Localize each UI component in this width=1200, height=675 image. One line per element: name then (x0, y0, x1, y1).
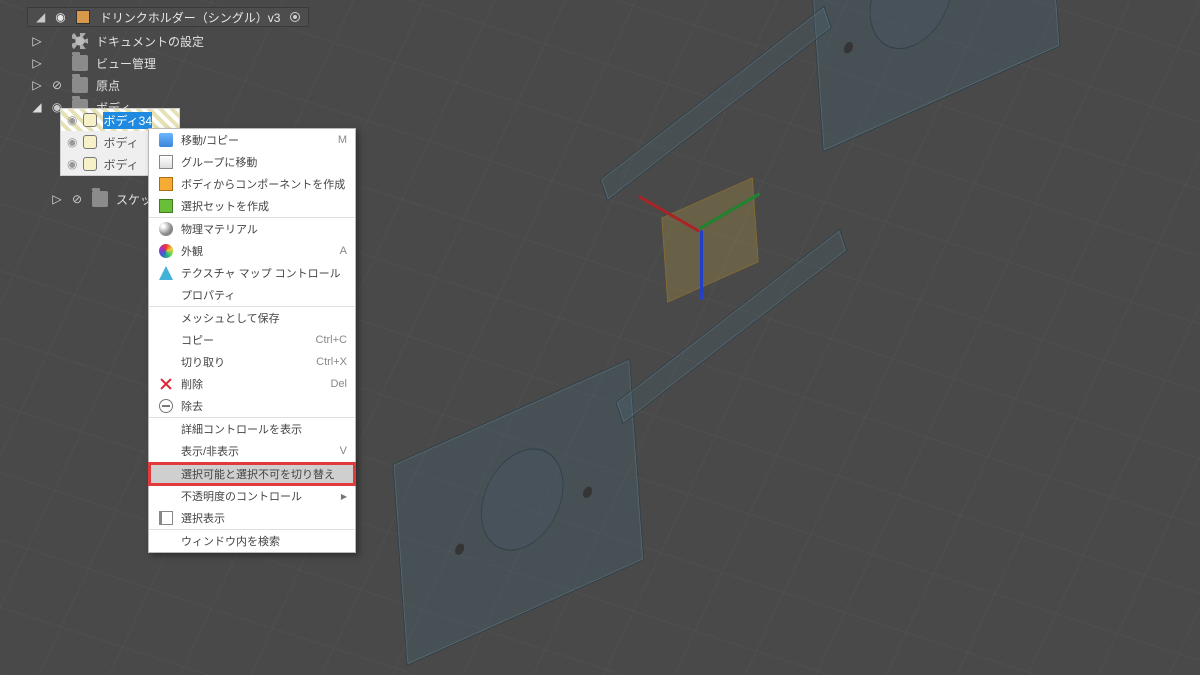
menu-shortcut: V (307, 445, 347, 457)
folder-icon (72, 55, 88, 71)
activate-radio-icon[interactable] (290, 12, 300, 22)
menu-toggle-selectable[interactable]: 選択可能と選択不可を切り替え (149, 463, 355, 485)
menu-label: 外観 (181, 243, 299, 259)
texture-icon (159, 266, 173, 280)
component-icon (159, 177, 173, 191)
menu-label: 選択表示 (181, 510, 347, 526)
body-icon (83, 113, 97, 127)
menu-properties[interactable]: プロパティ (149, 284, 355, 306)
chevron-right-icon[interactable]: ▷ (32, 78, 42, 92)
chevron-right-icon[interactable]: ▷ (32, 34, 42, 48)
blank-icon (159, 311, 173, 325)
menu-shortcut: Ctrl+C (307, 334, 347, 346)
menu-label: テクスチャ マップ コントロール (181, 265, 347, 281)
visibility-eye-icon[interactable]: ◉ (67, 113, 77, 127)
menu-isolate[interactable]: 選択表示 (149, 507, 355, 529)
chevron-right-icon[interactable]: ▷ (52, 192, 62, 206)
chevron-right-icon[interactable]: ▷ (32, 56, 42, 70)
menu-copy[interactable]: コピー Ctrl+C (149, 329, 355, 351)
menu-shortcut: Del (307, 378, 347, 390)
menu-cut[interactable]: 切り取り Ctrl+X (149, 351, 355, 373)
blank-icon (159, 467, 173, 481)
component-cube-icon (76, 10, 90, 24)
menu-label: 除去 (181, 398, 347, 414)
material-icon (159, 222, 173, 236)
tree-label: ビュー管理 (96, 55, 156, 72)
remove-icon (159, 399, 173, 413)
context-menu[interactable]: 移動/コピー M グループに移動 ボディからコンポーネントを作成 選択セットを作… (148, 128, 356, 553)
tree-item-view-mgmt[interactable]: ▷ ビュー管理 (30, 52, 206, 74)
blank-icon (159, 489, 173, 503)
menu-shortcut: A (307, 245, 347, 257)
menu-opacity-control[interactable]: 不透明度のコントロール (149, 485, 355, 507)
menu-label: 表示/非表示 (181, 443, 299, 459)
tree-label: 原点 (96, 77, 120, 94)
submenu-arrow-icon (341, 490, 347, 502)
menu-label: 不透明度のコントロール (181, 488, 335, 504)
folder-icon (92, 191, 108, 207)
document-title: ドリンクホルダー（シングル）v3 (100, 9, 281, 26)
menu-find-in-window[interactable]: ウィンドウ内を検索 (149, 530, 355, 552)
body-label: ボディ (103, 156, 138, 173)
menu-label: 選択セットを作成 (181, 198, 347, 214)
menu-save-as-mesh[interactable]: メッシュとして保存 (149, 307, 355, 329)
move-icon (159, 133, 173, 147)
menu-texture-map-control[interactable]: テクスチャ マップ コントロール (149, 262, 355, 284)
menu-label: プロパティ (181, 287, 347, 303)
menu-label: 物理マテリアル (181, 221, 347, 237)
menu-show-hide[interactable]: 表示/非表示 V (149, 440, 355, 462)
gear-icon (72, 33, 88, 49)
menu-label: 削除 (181, 376, 299, 392)
menu-physical-material[interactable]: 物理マテリアル (149, 218, 355, 240)
menu-move-to-group[interactable]: グループに移動 (149, 151, 355, 173)
menu-move-copy[interactable]: 移動/コピー M (149, 129, 355, 151)
body-label: ボディ34 (103, 112, 152, 129)
chevron-down-icon[interactable]: ◢ (32, 100, 42, 114)
menu-label: メッシュとして保存 (181, 310, 347, 326)
visibility-off-icon[interactable]: ⊘ (50, 78, 64, 92)
menu-shortcut: Ctrl+X (307, 356, 347, 368)
blank-icon (159, 355, 173, 369)
menu-label: 移動/コピー (181, 132, 299, 148)
menu-remove[interactable]: 除去 (149, 395, 355, 417)
menu-label: グループに移動 (181, 154, 347, 170)
menu-delete[interactable]: 削除 Del (149, 373, 355, 395)
visibility-eye-icon[interactable]: ◉ (67, 157, 77, 171)
menu-label: コピー (181, 332, 299, 348)
menu-label: 選択可能と選択不可を切り替え (181, 466, 347, 482)
menu-body-to-component[interactable]: ボディからコンポーネントを作成 (149, 173, 355, 195)
folder-icon (72, 77, 88, 93)
menu-label: ボディからコンポーネントを作成 (181, 176, 347, 192)
menu-appearance[interactable]: 外観 A (149, 240, 355, 262)
visibility-off-icon[interactable]: ⊘ (70, 192, 84, 206)
disclosure-triangle-icon[interactable]: ◢ (36, 10, 45, 24)
body-label: ボディ (103, 134, 138, 151)
menu-create-selection-set[interactable]: 選択セットを作成 (149, 195, 355, 217)
menu-label: 詳細コントロールを表示 (181, 421, 347, 437)
tree-item-origin[interactable]: ▷ ⊘ 原点 (30, 74, 206, 96)
menu-show-detail-controls[interactable]: 詳細コントロールを表示 (149, 418, 355, 440)
tree-label: ドキュメントの設定 (96, 33, 204, 50)
appearance-icon (159, 244, 173, 258)
isolate-icon (159, 511, 173, 525)
visibility-eye-icon[interactable]: ◉ (67, 135, 77, 149)
blank-icon (159, 288, 173, 302)
menu-label: 切り取り (181, 354, 299, 370)
menu-label: ウィンドウ内を検索 (181, 533, 347, 549)
component-title-bar[interactable]: ◢ ◉ ドリンクホルダー（シングル）v3 (27, 7, 309, 27)
body-icon (83, 157, 97, 171)
visibility-eye-icon[interactable]: ◉ (55, 10, 65, 24)
delete-x-icon (159, 377, 173, 391)
body-icon (83, 135, 97, 149)
selection-set-icon (159, 199, 173, 213)
menu-shortcut: M (307, 134, 347, 146)
blank-icon (159, 333, 173, 347)
tree-item-doc-settings[interactable]: ▷ ドキュメントの設定 (30, 30, 206, 52)
group-icon (159, 155, 173, 169)
blank-icon (159, 422, 173, 436)
blank-icon (159, 444, 173, 458)
blank-icon (159, 534, 173, 548)
